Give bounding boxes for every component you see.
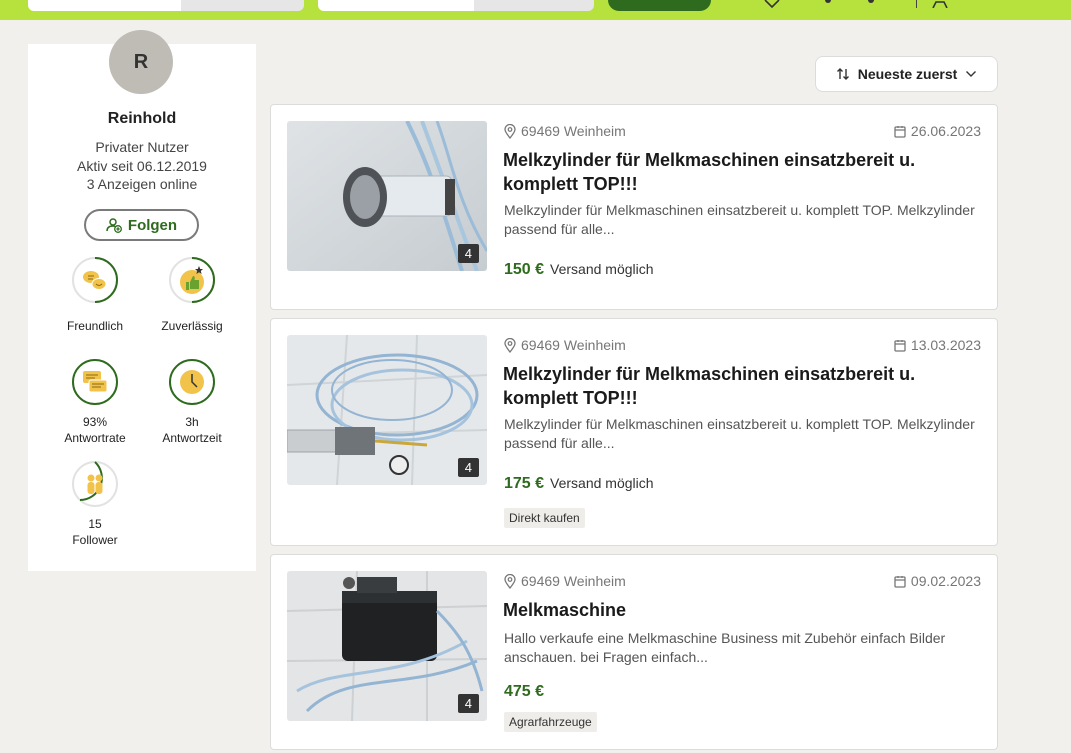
chevron-down-icon (966, 71, 977, 77)
active-since: Aktiv seit 06.12.2019 (77, 158, 207, 174)
messages-icon (72, 359, 118, 405)
listing-price: 475 € (504, 683, 544, 701)
search-button[interactable] (608, 0, 711, 11)
badge-reliable[interactable]: Zuverlässig (144, 256, 240, 334)
message-icon[interactable] (821, 0, 835, 4)
response-rate-value: 93% (82, 415, 108, 429)
sort-dropdown[interactable]: Neueste zuerst (815, 56, 998, 92)
location-pin-icon (504, 123, 516, 139)
price-value: 150 € (504, 261, 545, 278)
date-text: 09.02.2023 (910, 573, 981, 589)
heart-icon[interactable] (763, 0, 781, 8)
listing-description: Melkzylinder für Melkmaschinen einsatzbe… (504, 416, 975, 451)
listing-date: 26.06.2023 (894, 123, 981, 139)
clock-icon (169, 359, 215, 405)
radius-select[interactable] (474, 0, 594, 11)
add-user-icon (106, 218, 122, 233)
badge-label: Freundlich (66, 319, 124, 333)
user-icon[interactable] (930, 0, 950, 8)
listing-description: Hallo verkaufe eine Melkmaschine Busines… (504, 630, 946, 665)
top-bar (0, 0, 1071, 20)
listing-image[interactable]: 4 (287, 335, 487, 485)
listing-location: 69469 Weinheim (504, 123, 626, 139)
image-count: 4 (457, 694, 479, 713)
listing-price: 175 € Versand möglich (504, 475, 654, 493)
location-text: 69469 Weinheim (521, 337, 626, 353)
chat-bubbles-icon (72, 257, 118, 303)
buy-now-tag: Direkt kaufen (504, 508, 585, 528)
location-pin-icon (504, 337, 516, 353)
calendar-icon (894, 125, 906, 138)
seller-name[interactable]: Reinhold (28, 110, 256, 128)
location-text: 69469 Weinheim (521, 573, 626, 589)
badge-label: Antwortrate (64, 431, 126, 445)
price-value: 175 € (504, 475, 545, 492)
location-pin-icon (504, 573, 516, 589)
image-count: 4 (457, 458, 479, 477)
listing-image[interactable]: 4 (287, 571, 487, 721)
ads-online: 3 Anzeigen online (86, 176, 198, 192)
calendar-icon (894, 575, 906, 588)
thumbs-up-star-icon (169, 257, 215, 303)
follow-label: Folgen (127, 216, 178, 234)
people-icon (72, 461, 118, 507)
seller-profile-card: R Reinhold Privater Nutzer Aktiv seit 06… (28, 30, 256, 571)
listing-date: 13.03.2023 (894, 337, 981, 353)
followers-value: 15 (88, 517, 102, 531)
category-select[interactable] (181, 0, 304, 11)
avatar[interactable]: R (109, 30, 173, 94)
listing-location: 69469 Weinheim (504, 337, 626, 353)
sort-arrows-icon (836, 68, 849, 80)
date-text: 26.06.2023 (910, 123, 981, 139)
location-input[interactable] (318, 0, 474, 11)
listing-card[interactable]: 4 69469 Weinheim 26.06.2023 Melkzylinder… (270, 104, 998, 310)
listing-title[interactable]: Melkmaschine (503, 598, 973, 622)
calendar-icon (894, 339, 906, 352)
listing-location: 69469 Weinheim (504, 573, 626, 589)
listing-price: 150 € Versand möglich (504, 261, 654, 279)
badge-response-time[interactable]: 3h Antwortzeit (144, 358, 240, 446)
shipping-info: Versand möglich (550, 261, 654, 277)
avatar-initial: R (133, 50, 149, 73)
date-text: 13.03.2023 (910, 337, 981, 353)
shipping-info: Versand möglich (550, 475, 654, 491)
image-count: 4 (457, 244, 479, 263)
seller-type: Privater Nutzer (95, 139, 189, 155)
listing-date: 09.02.2023 (894, 573, 981, 589)
sort-label: Neueste zuerst (857, 66, 958, 82)
divider (916, 0, 917, 8)
badge-response-rate[interactable]: 93% Antwortrate (47, 358, 143, 446)
listing-description: Melkzylinder für Melkmaschinen einsatzbe… (504, 202, 975, 237)
badge-label: Antwortzeit (162, 431, 222, 445)
listing-title[interactable]: Melkzylinder für Melkmaschinen einsatzbe… (503, 362, 973, 410)
location-text: 69469 Weinheim (521, 123, 626, 139)
badge-friendly[interactable]: Freundlich (47, 256, 143, 334)
badge-followers[interactable]: 15 Follower (47, 460, 143, 548)
listing-card[interactable]: 4 69469 Weinheim 13.03.2023 Melkzylinder… (270, 318, 998, 546)
bell-icon[interactable] (864, 0, 878, 4)
price-value: 475 € (504, 683, 545, 700)
listing-title[interactable]: Melkzylinder für Melkmaschinen einsatzbe… (503, 148, 973, 196)
response-time-value: 3h (185, 415, 199, 429)
category-tag: Agrarfahrzeuge (504, 712, 597, 732)
listing-card[interactable]: 4 69469 Weinheim 09.02.2023 Melkmaschine… (270, 554, 998, 750)
badge-label: Follower (72, 533, 118, 547)
listing-image[interactable]: 4 (287, 121, 487, 271)
follow-button[interactable]: Folgen (84, 209, 199, 241)
search-input[interactable] (28, 0, 181, 11)
badge-label: Zuverlässig (161, 319, 223, 333)
